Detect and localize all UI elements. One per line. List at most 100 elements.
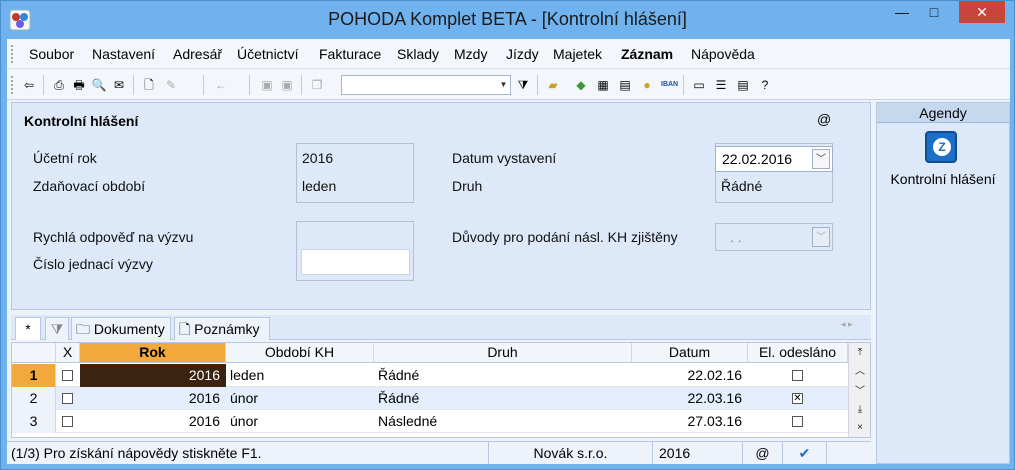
menu-ucetnictvi[interactable]: Účetnictví xyxy=(237,46,298,62)
cell-rok[interactable]: 2016 xyxy=(80,364,226,387)
cell-druh[interactable]: Řádné xyxy=(378,387,632,410)
filter-icon[interactable]: ⧩ xyxy=(515,77,531,93)
tab-star[interactable]: * xyxy=(15,317,41,340)
cell-obdobi[interactable]: únor xyxy=(230,410,374,433)
toolbar-separator xyxy=(203,75,204,95)
report-icon[interactable]: ✉ xyxy=(111,77,127,93)
maximize-button[interactable]: □ xyxy=(919,1,949,23)
folder-icon[interactable]: ▰ xyxy=(545,77,561,93)
scroll-up-icon[interactable]: ︿ xyxy=(851,363,869,381)
agendy-panel: Agendy Z Kontrolní hlášení xyxy=(876,102,1010,464)
cell-obdobi[interactable]: únor xyxy=(230,387,374,410)
chevron-down-icon[interactable]: ﹀ xyxy=(812,227,830,247)
grid-header-datum[interactable]: Datum xyxy=(632,343,748,363)
cell-rok[interactable]: 2016 xyxy=(80,387,226,410)
datum-vystaveni-field[interactable]: 22.02.2016 ﹀ xyxy=(715,146,833,172)
menu-adresar[interactable]: Adresář xyxy=(173,46,222,62)
grid-header-obdobi[interactable]: Období KH xyxy=(226,343,374,363)
list-icon[interactable]: ☰ xyxy=(713,77,729,93)
close-button[interactable]: ✕ xyxy=(959,1,1005,23)
window-title: POHODA Komplet BETA - [Kontrolní hlášení… xyxy=(328,9,687,29)
chevron-down-icon[interactable]: ▼ xyxy=(497,76,510,94)
print-setup-icon[interactable]: ⎙ xyxy=(51,77,67,93)
toolbar-grip[interactable] xyxy=(11,76,14,94)
grid-scrollbar[interactable]: ⤒ ︿ ﹀ ⤓ × xyxy=(848,343,870,437)
detail-tabs: * ⧩ 🗀 Dokumenty 🗋 Poznámky ◂ ▸ xyxy=(11,315,871,340)
print-preview-icon[interactable]: 🔍 xyxy=(91,77,107,93)
menu-nastaveni[interactable]: Nastavení xyxy=(92,46,155,62)
row-number[interactable]: 1 xyxy=(12,364,56,387)
status-help-text: (1/3) Pro získání nápovědy stiskněte F1. xyxy=(7,442,489,464)
cell-obdobi[interactable]: leden xyxy=(230,364,374,387)
table-row[interactable]: 1 2016 leden Řádné 22.02.16 xyxy=(12,364,848,387)
duvody-field[interactable]: . . ﹀ xyxy=(715,223,833,251)
table-row[interactable]: 3 2016 únor Následné 27.03.16 xyxy=(12,410,848,433)
exit-icon[interactable]: ⇦ xyxy=(21,77,37,93)
calendar-icon[interactable]: ▤ xyxy=(617,77,633,93)
coins-icon[interactable]: ● xyxy=(639,77,655,93)
menu-soubor[interactable]: Soubor xyxy=(29,46,74,62)
grid-header-rok[interactable]: Rok xyxy=(80,343,226,363)
iban-icon[interactable]: IBAN xyxy=(661,77,678,93)
menu-fakturace[interactable]: Fakturace xyxy=(319,46,381,62)
toolbar-separator xyxy=(301,75,302,95)
calculator-icon[interactable]: ▦ xyxy=(595,77,611,93)
tab-scroll-icon[interactable]: ◂ ▸ xyxy=(841,319,853,330)
message-icon[interactable]: ▭ xyxy=(691,77,707,93)
menu-sklady[interactable]: Sklady xyxy=(397,46,439,62)
grid-header-x[interactable]: X xyxy=(56,343,80,363)
save-icon[interactable]: ▣ xyxy=(259,77,275,93)
form-icon[interactable]: ▤ xyxy=(735,77,751,93)
client-area: Soubor Nastavení Adresář Účetnictví Fakt… xyxy=(7,39,1010,464)
cislo-jednaci-input[interactable] xyxy=(301,249,410,275)
menu-mzdy[interactable]: Mzdy xyxy=(454,46,487,62)
minimize-button[interactable]: — xyxy=(887,1,917,23)
edit-icon[interactable]: ✎ xyxy=(163,77,179,93)
row-select-checkbox[interactable] xyxy=(62,393,73,404)
table-row[interactable]: 2 2016 únor Řádné 22.03.16 ✕ xyxy=(12,387,848,410)
grid-header-druh[interactable]: Druh xyxy=(374,343,632,363)
row-select-checkbox[interactable] xyxy=(62,370,73,381)
chevron-down-icon[interactable]: ﹀ xyxy=(812,149,830,169)
cell-datum[interactable]: 27.03.16 xyxy=(632,410,743,433)
menu-zaznam[interactable]: Záznam xyxy=(621,46,673,62)
at-icon[interactable]: @ xyxy=(817,111,831,127)
agendy-item-kontrolni-hlaseni[interactable]: Kontrolní hlášení xyxy=(877,171,1009,187)
odeslano-checkbox-checked[interactable]: ✕ xyxy=(792,393,803,404)
cell-druh[interactable]: Řádné xyxy=(378,364,632,387)
new-record-icon[interactable]: 🗋 xyxy=(141,77,157,93)
filter-tab-icon[interactable]: ⧩ xyxy=(45,317,69,340)
row-number[interactable]: 2 xyxy=(12,387,56,410)
odeslano-checkbox[interactable] xyxy=(792,416,803,427)
tab-poznamky[interactable]: 🗋 Poznámky xyxy=(174,317,270,340)
kontrolni-hlaseni-icon[interactable]: Z xyxy=(925,131,957,163)
cell-datum[interactable]: 22.03.16 xyxy=(632,387,743,410)
status-year: 2016 xyxy=(653,442,743,464)
help-icon[interactable]: ? xyxy=(757,77,773,93)
grid-header-odeslano[interactable]: El. odesláno xyxy=(748,343,848,363)
save-all-icon[interactable]: ▣ xyxy=(279,77,295,93)
scroll-down-icon[interactable]: ﹀ xyxy=(851,383,869,401)
menu-napoveda[interactable]: Nápověda xyxy=(691,46,755,62)
menu-grip[interactable] xyxy=(11,45,14,63)
tab-dokumenty[interactable]: 🗀 Dokumenty xyxy=(71,317,171,340)
row-select-checkbox[interactable] xyxy=(62,416,73,427)
menu-majetek[interactable]: Majetek xyxy=(553,46,602,62)
menu-jizdy[interactable]: Jízdy xyxy=(506,46,539,62)
scroll-bottom-icon[interactable]: ⤓ xyxy=(851,401,869,419)
cell-druh[interactable]: Následné xyxy=(378,410,632,433)
close-icon[interactable]: × xyxy=(851,419,869,437)
tab-dokumenty-label: Dokumenty xyxy=(93,321,165,337)
odeslano-checkbox[interactable] xyxy=(792,370,803,381)
row-number[interactable]: 3 xyxy=(12,410,56,433)
print-icon[interactable]: 🖶 xyxy=(71,77,87,93)
money-icon[interactable]: ◆ xyxy=(573,77,589,93)
cell-datum[interactable]: 22.02.16 xyxy=(632,364,743,387)
status-at[interactable]: @ xyxy=(743,442,783,464)
scroll-top-icon[interactable]: ⤒ xyxy=(851,344,869,362)
filter-combo[interactable]: ▼ xyxy=(341,75,511,95)
records-grid: X Rok Období KH Druh Datum El. odesláno … xyxy=(11,342,871,438)
copy-icon[interactable]: ❐ xyxy=(309,77,325,93)
cell-rok[interactable]: 2016 xyxy=(80,410,226,433)
back-arrow-icon[interactable]: ← xyxy=(213,77,229,93)
